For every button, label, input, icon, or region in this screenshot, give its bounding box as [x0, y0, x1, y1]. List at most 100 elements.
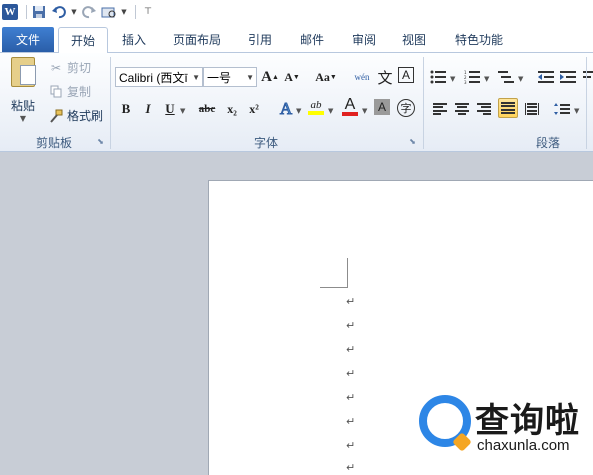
paragraph-mark: ↵: [346, 367, 356, 380]
print-preview-icon[interactable]: [101, 4, 117, 20]
svg-text:3: 3: [464, 80, 467, 84]
enclose-characters-button[interactable]: 字: [397, 99, 415, 117]
save-icon[interactable]: [31, 4, 47, 20]
decrease-indent-icon: [538, 71, 554, 83]
grow-font-button[interactable]: A ▲: [260, 67, 280, 87]
tab-references[interactable]: 引用: [240, 27, 280, 52]
font-size-value: 一号: [207, 70, 232, 85]
cut-label: 剪切: [67, 61, 92, 75]
align-center-icon: [455, 103, 469, 115]
font-launcher-icon[interactable]: ⬊: [408, 137, 417, 146]
chevron-down-icon[interactable]: ▼: [484, 75, 489, 83]
multilevel-list-button[interactable]: [496, 67, 516, 87]
chevron-down-icon[interactable]: ▼: [518, 75, 523, 83]
toolbar-divider: [26, 5, 27, 19]
format-painter-label: 格式刷: [67, 109, 104, 123]
line-spacing-button[interactable]: [552, 99, 572, 119]
bullets-button[interactable]: [428, 67, 448, 87]
superscript-button[interactable]: x²: [244, 99, 264, 119]
paste-label: 粘贴: [10, 99, 35, 113]
align-center-button[interactable]: [452, 99, 472, 119]
chevron-down-icon[interactable]: ▼: [180, 107, 185, 115]
tab-page-layout[interactable]: 页面布局: [166, 27, 228, 52]
chevron-down-icon[interactable]: ▼: [296, 107, 301, 115]
watermark-url: chaxunla.com: [477, 437, 570, 454]
site-watermark: 查询啦 chaxunla.com: [417, 391, 593, 461]
align-right-button[interactable]: [474, 99, 494, 119]
cut-button[interactable]: ✂ 剪切: [48, 59, 91, 76]
strikethrough-button[interactable]: abc: [194, 99, 220, 119]
decrease-indent-button[interactable]: [536, 67, 556, 87]
customize-icon[interactable]: ⊤: [140, 4, 156, 20]
phonetic-guide-button[interactable]: wén: [352, 67, 372, 87]
change-case-button[interactable]: Aa ▼: [312, 67, 340, 87]
text-effects-button[interactable]: A: [276, 99, 296, 119]
chevron-down-icon[interactable]: ▼: [328, 107, 333, 115]
tab-view[interactable]: 视图: [394, 27, 434, 52]
paragraph-mark: ↵: [346, 343, 356, 356]
font-size-select[interactable]: 一号 ▼: [203, 67, 257, 87]
chevron-down-icon[interactable]: ▼: [20, 114, 26, 123]
line-spacing-icon: [554, 103, 570, 115]
numbering-button[interactable]: 123: [462, 67, 482, 87]
toolbar-divider: [135, 5, 136, 19]
font-name-value: Calibri (西文ī: [119, 70, 188, 85]
chevron-down-icon[interactable]: ▼: [574, 107, 579, 115]
group-divider: [586, 57, 587, 149]
character-shading-button[interactable]: A: [374, 99, 390, 115]
clipboard-launcher-icon[interactable]: ⬊: [96, 137, 105, 146]
tab-file[interactable]: 文件: [2, 27, 54, 52]
italic-button[interactable]: I: [138, 99, 158, 119]
underline-button[interactable]: U: [160, 99, 180, 119]
font-name-select[interactable]: Calibri (西文ī ▼: [115, 67, 203, 87]
justify-button[interactable]: [498, 98, 518, 118]
highlight-button[interactable]: ab: [306, 97, 326, 117]
undo-icon[interactable]: [51, 4, 67, 20]
tab-review[interactable]: 审阅: [344, 27, 384, 52]
font-color-button[interactable]: A: [340, 97, 360, 117]
word-logo-icon: W: [2, 4, 18, 20]
chevron-down-icon[interactable]: ▼: [192, 73, 200, 82]
paragraph-mark: ↵: [346, 439, 356, 452]
bold-button[interactable]: B: [116, 99, 136, 119]
copy-label: 复制: [67, 85, 92, 99]
chevron-down-icon[interactable]: ▼: [450, 75, 455, 83]
tab-special-features[interactable]: 特色功能: [446, 27, 512, 52]
shrink-font-button[interactable]: A ▼: [282, 67, 302, 87]
paintbrush-icon: [48, 108, 64, 124]
numbering-icon: 123: [464, 70, 480, 84]
paste-button[interactable]: 粘贴 ▼: [6, 57, 40, 127]
chevron-down-icon[interactable]: ▼: [121, 4, 127, 20]
multilevel-list-icon: [498, 71, 514, 83]
align-left-button[interactable]: [430, 99, 450, 119]
sort-icon: [582, 71, 593, 78]
subscript-button[interactable]: x₂: [222, 99, 242, 119]
chevron-down-icon[interactable]: ▼: [246, 73, 254, 82]
paste-icon: [11, 57, 36, 87]
chevron-down-icon[interactable]: ▼: [362, 107, 367, 115]
tab-insert[interactable]: 插入: [114, 27, 154, 52]
align-right-icon: [477, 103, 491, 115]
increase-indent-button[interactable]: [558, 67, 578, 87]
redo-icon[interactable]: [81, 4, 97, 20]
font-color-swatch: [342, 112, 358, 116]
sort-button[interactable]: [582, 67, 593, 87]
character-border-button[interactable]: A: [398, 67, 414, 83]
justify-icon: [501, 102, 515, 114]
format-painter-button[interactable]: 格式刷: [48, 107, 103, 124]
chevron-down-icon[interactable]: ▼: [71, 4, 77, 20]
ribbon: 粘贴 ▼ ✂ 剪切 复制 格式刷 剪贴板 ⬊ Calibri (西文ī ▼ 一号…: [0, 52, 593, 152]
clear-formatting-button[interactable]: 文: [375, 67, 395, 87]
tab-mailings[interactable]: 邮件: [292, 27, 332, 52]
paragraph-group-label: 段落: [535, 135, 560, 150]
bullets-icon: [430, 70, 446, 84]
paragraph-mark: ↵: [346, 295, 356, 308]
distributed-button[interactable]: [522, 99, 542, 119]
highlight-color-swatch: [308, 111, 324, 115]
copy-button[interactable]: 复制: [48, 83, 91, 100]
quick-access-toolbar: W ▼ ▼ ⊤: [0, 0, 593, 24]
tab-home[interactable]: 开始: [58, 27, 108, 53]
paragraph-mark: ↵: [346, 415, 356, 428]
paragraph-mark: ↵: [346, 391, 356, 404]
copy-icon: [48, 84, 64, 100]
